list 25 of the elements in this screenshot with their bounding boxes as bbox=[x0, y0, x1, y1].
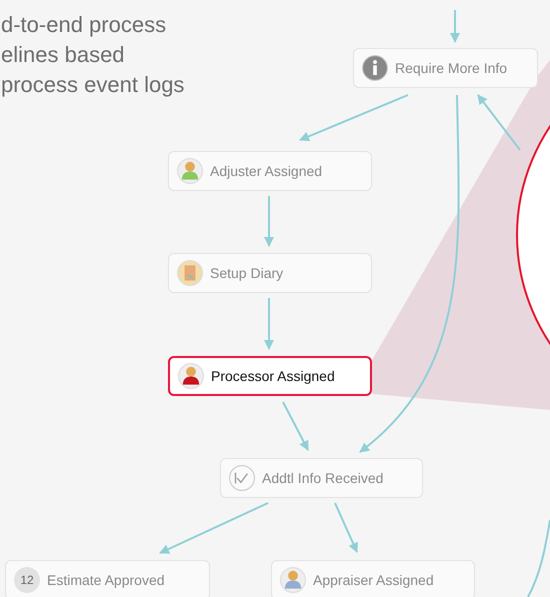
count-badge: 12 bbox=[14, 567, 40, 593]
process-node[interactable]: Adjuster Assigned bbox=[168, 151, 372, 191]
info-icon bbox=[362, 55, 388, 81]
process-node[interactable]: Processor Assigned bbox=[168, 356, 372, 396]
connector-arrow bbox=[450, 10, 460, 43]
process-node[interactable]: Addtl Info Received bbox=[220, 458, 423, 498]
node-label: Addtl Info Received bbox=[262, 470, 384, 486]
connector-arrow bbox=[334, 502, 358, 553]
intro-paragraph: d-to-end process elines based process event logs bbox=[1, 11, 184, 99]
connector-arrow bbox=[264, 196, 274, 247]
node-label: Appraiser Assigned bbox=[313, 572, 434, 588]
process-node[interactable]: 12 Estimate Approved bbox=[5, 560, 210, 597]
node-label: Setup Diary bbox=[210, 265, 284, 281]
process-node[interactable]: Require More Info bbox=[353, 48, 538, 88]
node-label: Adjuster Assigned bbox=[210, 163, 322, 179]
node-label: Estimate Approved bbox=[47, 572, 165, 588]
connector-arrow bbox=[477, 94, 521, 151]
node-label: Require More Info bbox=[395, 60, 508, 76]
diary-icon bbox=[177, 260, 203, 286]
connector-arrow bbox=[264, 298, 274, 350]
connector-arrow bbox=[282, 402, 309, 451]
node-label: Processor Assigned bbox=[211, 368, 335, 384]
checkmark-icon bbox=[229, 465, 255, 491]
process-node[interactable]: Appraiser Assigned bbox=[271, 560, 475, 597]
process-node[interactable]: Setup Diary bbox=[168, 253, 372, 293]
